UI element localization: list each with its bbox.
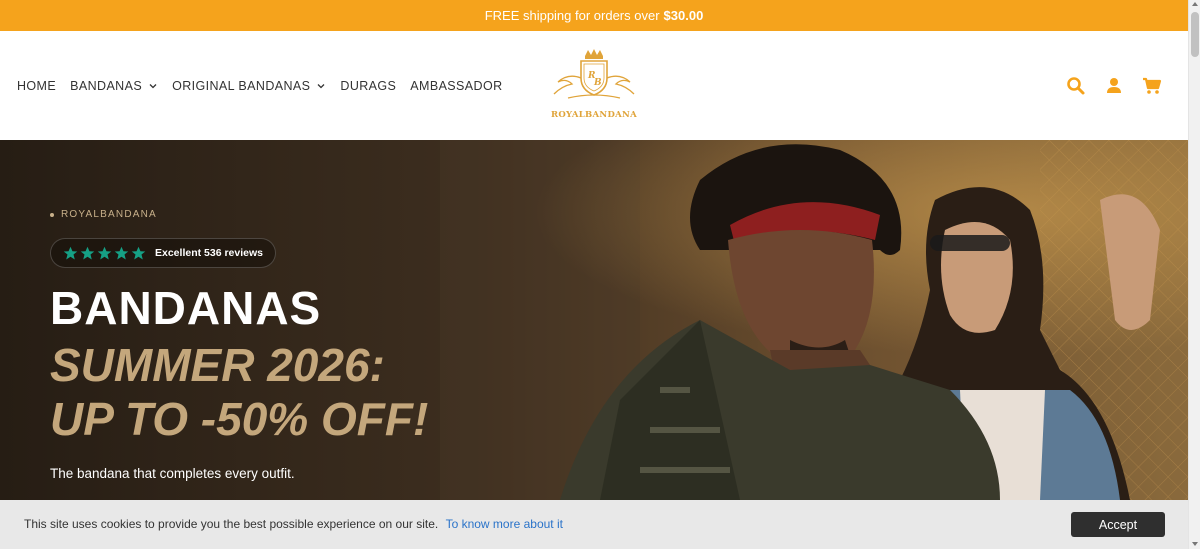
star-icon (63, 246, 78, 259)
hero-subtitle: SUMMER 2026: UP TO -50% OFF! (50, 338, 510, 446)
nav-item-durags[interactable]: DURAGS (340, 79, 396, 93)
hero-eyebrow: ROYALBANDANA (50, 209, 157, 220)
nav-item-label: BANDANAS (70, 78, 143, 93)
hero-content: ROYALBANDANA Excellent 536 reviews BANDA… (50, 140, 570, 500)
announcement-bar: FREE shipping for orders over $30.00 (0, 0, 1188, 31)
hero-description: The bandana that completes every outfit. (50, 466, 295, 481)
cookie-text: This site uses cookies to provide you th… (24, 517, 439, 531)
reviews-badge[interactable]: Excellent 536 reviews (50, 238, 276, 268)
nav-item-label: DURAGS (340, 78, 397, 93)
nav-item-bandanas[interactable]: BANDANAS (70, 79, 158, 93)
search-icon[interactable] (1066, 76, 1086, 96)
nav-item-original-bandanas[interactable]: ORIGINAL BANDANAS (172, 79, 326, 93)
site-logo[interactable]: R B ROYALBANDANA (548, 48, 640, 120)
crest-icon: R B (553, 49, 635, 99)
scroll-thumb[interactable] (1191, 12, 1199, 57)
main-nav: HOME BANDANAS ORIGINAL BANDANAS DURAGS A… (17, 31, 517, 140)
star-icon (80, 246, 95, 259)
star-icon (114, 246, 129, 259)
page-scrollbar[interactable] (1188, 0, 1200, 549)
nav-item-label: HOME (17, 78, 57, 93)
hero-banner: ROYALBANDANA Excellent 536 reviews BANDA… (0, 140, 1188, 500)
announcement-text: FREE shipping for orders over (484, 8, 660, 23)
svg-text:B: B (593, 78, 602, 88)
hero-subtitle-line: UP TO -50% OFF! (50, 393, 429, 445)
nav-item-label: AMBASSADOR (410, 78, 503, 93)
nav-item-label: ORIGINAL BANDANAS (172, 78, 311, 93)
cookie-message: This site uses cookies to provide you th… (24, 517, 563, 531)
bullet-dot-icon (50, 212, 54, 217)
cookie-banner: This site uses cookies to provide you th… (0, 500, 1188, 549)
hero-eyebrow-text: ROYALBANDANA (61, 209, 157, 220)
scroll-up-arrow-icon[interactable] (1192, 2, 1198, 6)
announcement-amount: $30.00 (663, 8, 704, 23)
nav-item-home[interactable]: HOME (17, 79, 56, 93)
star-icon (131, 246, 146, 259)
hero-title: BANDANAS (50, 282, 322, 334)
logo-text: ROYALBANDANA (550, 110, 638, 120)
cookie-more-link[interactable]: To know more about it (446, 517, 563, 531)
reviews-text: Excellent 536 reviews (155, 247, 263, 259)
site-header: HOME BANDANAS ORIGINAL BANDANAS DURAGS A… (0, 31, 1188, 140)
header-icons (1066, 31, 1162, 140)
accept-cookies-button[interactable]: Accept (1071, 512, 1165, 537)
rating-stars (63, 246, 146, 261)
star-icon (97, 246, 112, 259)
nav-item-ambassador[interactable]: AMBASSADOR (410, 79, 502, 93)
cart-icon[interactable] (1142, 76, 1162, 96)
scroll-down-arrow-icon[interactable] (1192, 542, 1198, 546)
user-icon[interactable] (1104, 76, 1124, 96)
chevron-down-icon (317, 83, 325, 88)
chevron-down-icon (149, 83, 157, 88)
hero-subtitle-line: SUMMER 2026: (50, 339, 385, 391)
